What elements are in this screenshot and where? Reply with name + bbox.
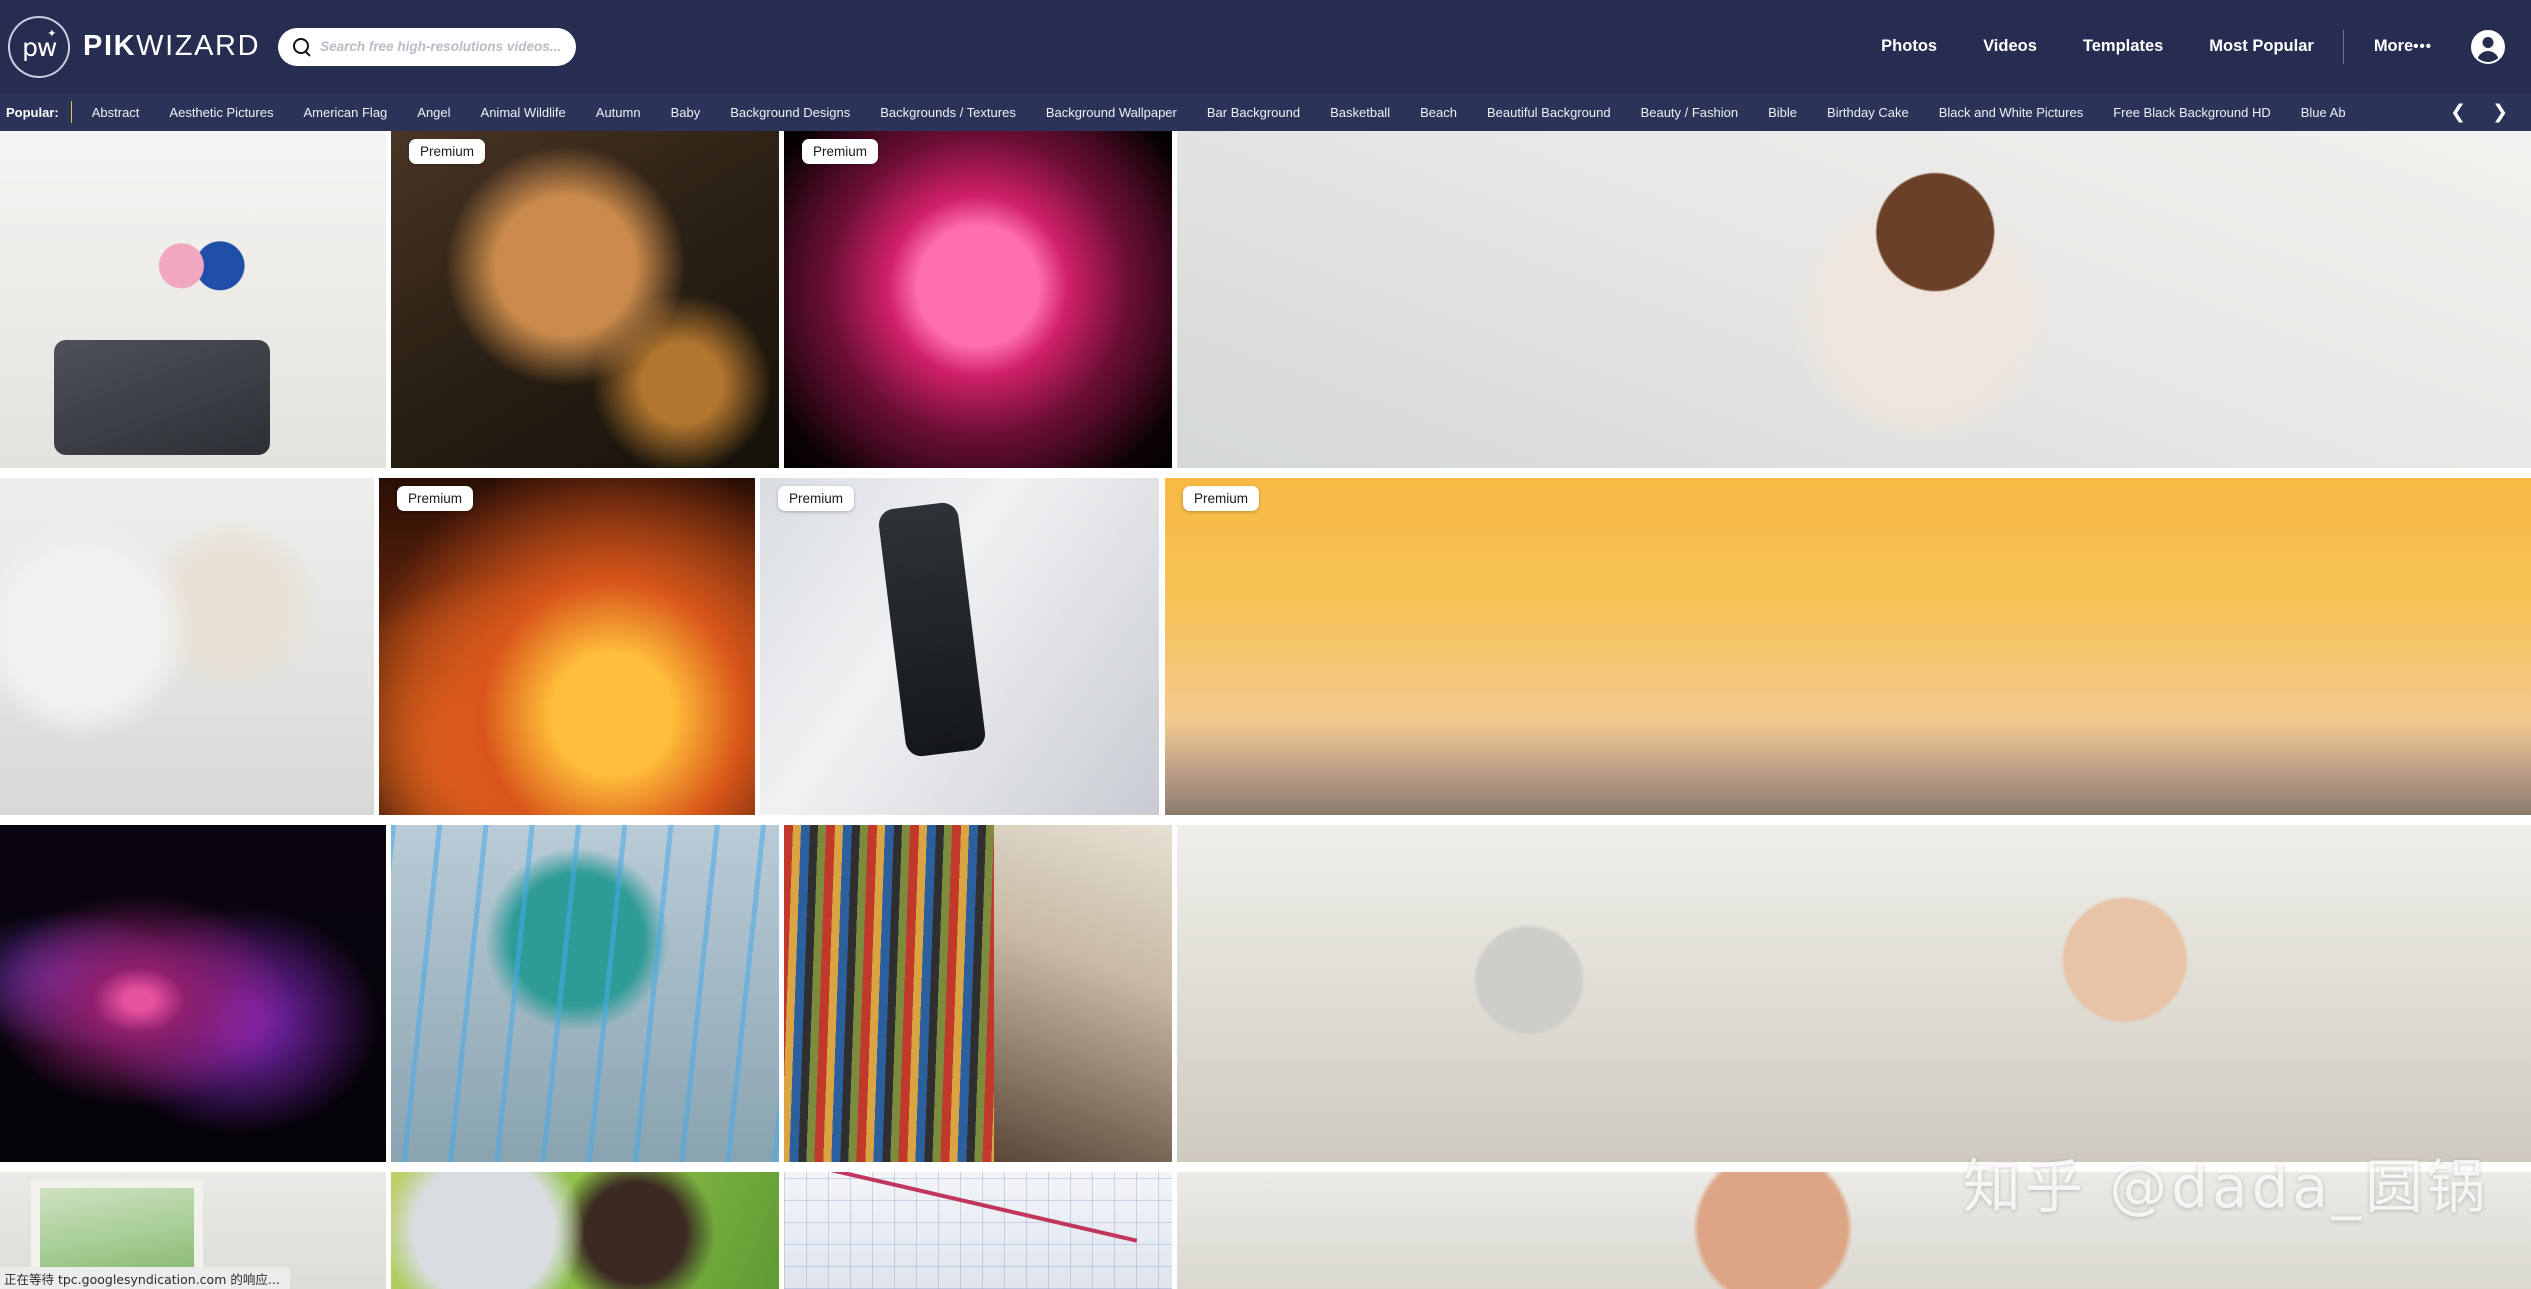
photo-thumbnail <box>784 825 1172 1162</box>
tag-item-free-black-background-hd[interactable]: Free Black Background HD <box>2113 105 2271 120</box>
photo-pillow-fight[interactable] <box>0 478 374 815</box>
popular-tags-bar: Popular: Abstract Aesthetic Pictures Ameri… <box>0 93 2531 131</box>
nav-item-photos[interactable]: Photos <box>1881 37 1937 56</box>
tag-item-background-designs[interactable]: Background Designs <box>730 105 850 120</box>
photo-grid-row: Premium Premium Premium <box>0 478 2531 815</box>
photo-phone-laptop[interactable]: Premium <box>760 478 1159 815</box>
tag-item-american-flag[interactable]: American Flag <box>303 105 387 120</box>
nav-more-label: More <box>2373 37 2414 55</box>
photo-thumbnail <box>391 825 779 1162</box>
logo-wordmark: PIKWIZARD <box>83 30 260 63</box>
tag-item-bible[interactable]: Bible <box>1768 105 1797 120</box>
tag-item-beach[interactable]: Beach <box>1420 105 1457 120</box>
search-icon <box>292 37 312 57</box>
photo-thumbnail <box>0 825 386 1162</box>
photo-grid-row <box>0 825 2531 1162</box>
logo-wordmark-bold: PIK <box>83 30 137 62</box>
tag-item-autumn[interactable]: Autumn <box>596 105 641 120</box>
nav-item-more[interactable]: More••• <box>2374 37 2432 56</box>
photo-pink-heart[interactable]: Premium <box>784 131 1172 468</box>
tag-item-bar-background[interactable]: Bar Background <box>1207 105 1300 120</box>
nav-item-most-popular[interactable]: Most Popular <box>2209 37 2314 56</box>
tag-item-animal-wildlife[interactable]: Animal Wildlife <box>481 105 566 120</box>
tagbar-prev-icon[interactable]: ❮ <box>2437 101 2479 123</box>
tag-item-beautiful-background[interactable]: Beautiful Background <box>1487 105 1611 120</box>
photo-thumbnail <box>391 131 779 468</box>
photo-thumbnail <box>1177 1172 2531 1289</box>
premium-badge: Premium <box>409 139 486 164</box>
photo-stressed-woman[interactable] <box>1177 131 2531 468</box>
tag-item-angel[interactable]: Angel <box>417 105 450 120</box>
photo-chart-graph[interactable] <box>784 1172 1172 1289</box>
photo-thumbnail <box>784 131 1172 468</box>
photo-couple-outdoor[interactable] <box>391 1172 779 1289</box>
photo-thumbnail <box>1165 478 2531 815</box>
premium-badge: Premium <box>1183 486 1260 511</box>
premium-badge: Premium <box>397 486 474 511</box>
photo-grid-row: Premium Premium <box>0 131 2531 468</box>
logo-wordmark-light: WIZARD <box>136 30 261 62</box>
tag-item-abstract[interactable]: Abstract <box>92 105 140 120</box>
photo-kids-baking[interactable] <box>0 131 386 468</box>
tag-item-basketball[interactable]: Basketball <box>1330 105 1390 120</box>
tag-item-aesthetic-pictures[interactable]: Aesthetic Pictures <box>169 105 273 120</box>
tag-item-black-and-white-pictures[interactable]: Black and White Pictures <box>1939 105 2084 120</box>
photo-christmas-ornament[interactable]: Premium <box>391 131 779 468</box>
more-dots-icon: ••• <box>2413 38 2432 55</box>
tag-item-birthday-cake[interactable]: Birthday Cake <box>1827 105 1909 120</box>
premium-badge: Premium <box>778 486 855 511</box>
tag-list: Abstract Aesthetic Pictures American Flag A… <box>92 105 2437 120</box>
main-navigation: Photos Videos Templates Most Popular Mor… <box>1858 29 2513 64</box>
photo-data-woman[interactable] <box>391 825 779 1162</box>
photo-grid-row <box>0 1172 2531 1289</box>
tag-item-backgrounds-textures[interactable]: Backgrounds / Textures <box>880 105 1016 120</box>
photo-thumbnail <box>0 131 386 468</box>
pikwizard-logo-icon: pw ✦ <box>3 11 75 82</box>
nav-item-templates[interactable]: Templates <box>2083 37 2163 56</box>
nav-item-videos[interactable]: Videos <box>1983 37 2037 56</box>
photo-thumbnail <box>1177 131 2531 468</box>
site-logo[interactable]: pw ✦ PIKWIZARD <box>3 11 260 82</box>
photo-thumbnail <box>760 478 1159 815</box>
search-bar[interactable] <box>278 27 577 66</box>
search-input[interactable] <box>320 39 563 54</box>
photo-thumbnail <box>391 1172 779 1289</box>
sparkle-icon: ✦ <box>47 27 57 40</box>
tag-item-blue-ab[interactable]: Blue Ab <box>2301 105 2346 120</box>
status-bar-text: 正在等待 tpc.googlesyndication.com 的响应... <box>4 1271 280 1287</box>
tag-item-background-wallpaper[interactable]: Background Wallpaper <box>1046 105 1177 120</box>
photo-thumbnail <box>1177 825 2531 1162</box>
photo-sunset-beach[interactable]: Premium <box>1165 478 2531 815</box>
photo-thumbnail <box>379 478 755 815</box>
popular-label: Popular: <box>6 104 59 120</box>
tag-item-beauty-fashion[interactable]: Beauty / Fashion <box>1641 105 1739 120</box>
browser-status-bar: 正在等待 tpc.googlesyndication.com 的响应... <box>0 1267 290 1289</box>
photo-thumbnail <box>784 1172 1172 1289</box>
tag-item-baby[interactable]: Baby <box>671 105 701 120</box>
premium-badge: Premium <box>802 139 879 164</box>
photo-doctor-patient[interactable] <box>1177 825 2531 1162</box>
tagbar-arrows: ❮ ❯ <box>2437 101 2521 123</box>
tagbar-next-icon[interactable]: ❯ <box>2479 101 2521 123</box>
photo-firefighter[interactable]: Premium <box>379 478 755 815</box>
photo-grid: Premium Premium Premium Premium Premium <box>0 131 2531 1289</box>
nav-divider <box>2342 29 2344 64</box>
site-header: pw ✦ PIKWIZARD Photos Videos Templates M… <box>0 0 2531 93</box>
photo-abstract-smoke[interactable] <box>0 825 386 1162</box>
photo-thumbnail <box>0 478 374 815</box>
photo-fitness-woman[interactable] <box>1177 1172 2531 1289</box>
tagbar-divider <box>70 101 72 123</box>
account-avatar-icon[interactable] <box>2471 29 2505 64</box>
photo-library-reading[interactable] <box>784 825 1172 1162</box>
